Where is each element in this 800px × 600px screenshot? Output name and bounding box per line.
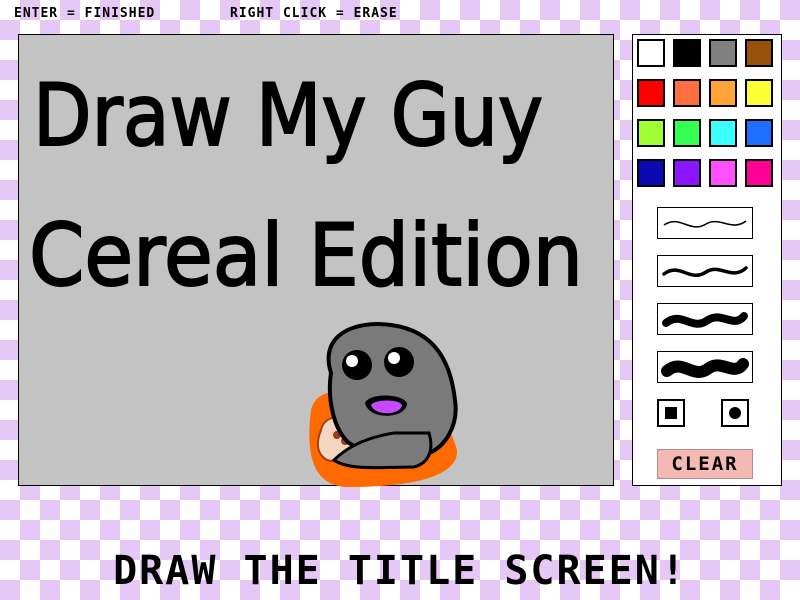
round-brush-button[interactable] — [721, 399, 749, 427]
right-click-erase-hint: RIGHT CLICK = ERASE — [230, 6, 398, 21]
square-brush-button[interactable] — [657, 399, 685, 427]
brush-size-thin-button[interactable] — [657, 207, 753, 239]
color-swatch-6[interactable] — [673, 79, 701, 107]
brush-extra-thick-icon — [661, 358, 749, 378]
drawing-text-line1: Draw My Guy — [33, 66, 543, 166]
color-swatch-2[interactable] — [673, 39, 701, 67]
brush-medium-icon — [662, 266, 748, 278]
round-brush-icon — [729, 407, 741, 419]
color-swatch-7[interactable] — [709, 79, 737, 107]
color-swatch-11[interactable] — [709, 119, 737, 147]
color-swatch-3[interactable] — [709, 39, 737, 67]
color-swatch-15[interactable] — [709, 159, 737, 187]
color-swatch-16[interactable] — [745, 159, 773, 187]
drawing-canvas[interactable]: Draw My Guy Cereal Edition — [18, 34, 614, 487]
color-swatch-5[interactable] — [637, 79, 665, 107]
square-brush-icon — [665, 407, 677, 419]
drawing-canvas-art: Draw My Guy Cereal Edition — [28, 65, 584, 487]
color-swatch-9[interactable] — [637, 119, 665, 147]
brush-thick-icon — [662, 312, 748, 328]
brush-size-extra-thick-button[interactable] — [657, 351, 753, 383]
brush-size-thick-button[interactable] — [657, 303, 753, 335]
color-swatch-12[interactable] — [745, 119, 773, 147]
enter-finished-hint: ENTER = FINISHED — [14, 6, 156, 21]
color-swatch-10[interactable] — [673, 119, 701, 147]
instruction-banner: DRAW THE TITLE SCREEN! — [113, 548, 687, 594]
color-swatch-14[interactable] — [673, 159, 701, 187]
clear-button[interactable]: CLEAR — [657, 449, 753, 479]
color-swatch-1[interactable] — [637, 39, 665, 67]
cereal-guy-character — [309, 322, 458, 487]
brush-size-medium-button[interactable] — [657, 255, 753, 287]
color-swatch-4[interactable] — [745, 39, 773, 67]
tool-panel: CLEAR — [632, 34, 782, 486]
brush-thin-icon — [663, 220, 747, 228]
drawing-text-line2: Cereal Edition — [29, 206, 583, 306]
color-swatch-13[interactable] — [637, 159, 665, 187]
color-swatch-8[interactable] — [745, 79, 773, 107]
